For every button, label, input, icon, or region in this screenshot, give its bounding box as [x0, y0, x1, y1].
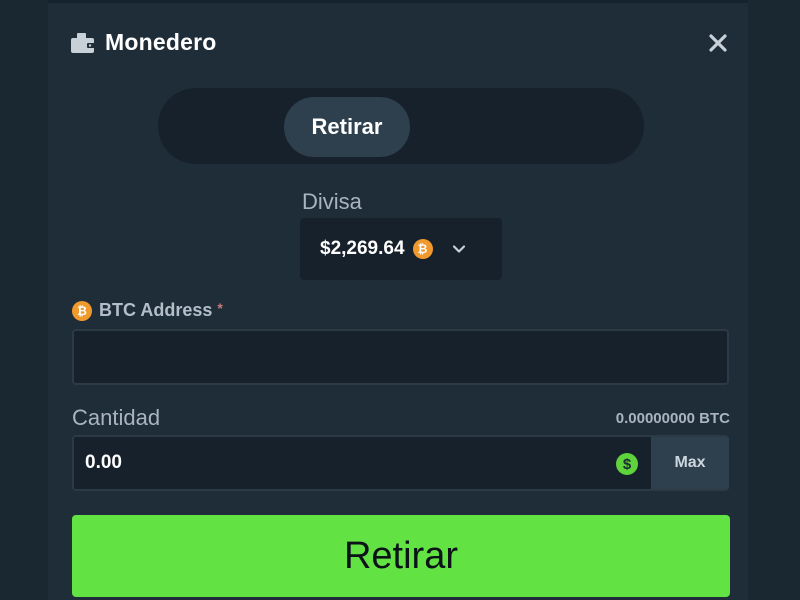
address-label: ₿ BTC Address *	[72, 300, 223, 321]
modal-header: Monedero	[48, 3, 748, 83]
bitcoin-icon: ₿	[412, 239, 433, 259]
wallet-modal: Monedero Retirar Divisa $2,269.64 ₿ ₿ BT…	[48, 0, 748, 600]
balance-readout: 0.00000000 BTC	[615, 410, 730, 427]
amount-field: $ Max	[72, 435, 729, 491]
withdraw-button[interactable]: Retirar	[72, 515, 730, 597]
required-mark: *	[217, 299, 223, 316]
wallet-icon	[71, 33, 95, 53]
btc-address-input[interactable]	[72, 329, 729, 385]
close-icon[interactable]	[704, 29, 732, 57]
dollar-icon: $	[616, 453, 638, 475]
chevron-down-icon	[452, 245, 465, 253]
amount-label: Cantidad	[72, 405, 161, 430]
max-button[interactable]: Max	[651, 437, 729, 489]
bitcoin-icon: ₿	[72, 300, 92, 321]
tab-bar: Retirar	[158, 88, 644, 164]
backdrop-right	[748, 0, 800, 600]
currency-value: $2,269.64	[320, 238, 405, 259]
tab-withdraw[interactable]: Retirar	[284, 97, 410, 157]
backdrop-left	[0, 0, 48, 600]
modal-title: Monedero	[105, 29, 217, 55]
amount-input[interactable]	[74, 437, 604, 489]
currency-select[interactable]: $2,269.64 ₿	[300, 218, 502, 280]
address-label-text: BTC Address	[99, 300, 213, 320]
currency-label: Divisa	[302, 189, 362, 214]
